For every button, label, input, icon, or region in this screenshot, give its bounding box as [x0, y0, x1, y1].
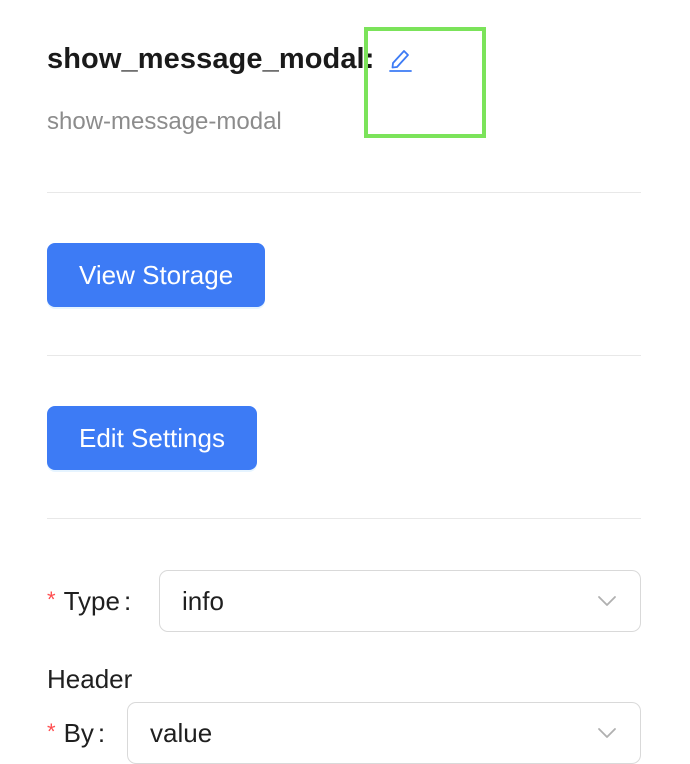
- type-label: * Type :: [47, 586, 133, 617]
- type-form-row: * Type :: [47, 570, 133, 632]
- edit-settings-button[interactable]: Edit Settings: [47, 406, 257, 470]
- chevron-down-icon: [596, 726, 618, 740]
- divider: [47, 192, 641, 193]
- by-select-value: value: [150, 717, 213, 748]
- required-mark: *: [47, 719, 56, 744]
- header-section-label: Header: [47, 664, 133, 694]
- page-subtitle: show-message-modal: [47, 108, 282, 135]
- title-row: show_message_modal:: [47, 38, 414, 80]
- by-label-text: By: [63, 717, 94, 748]
- page-title: show_message_modal:: [47, 42, 375, 75]
- type-label-text: Type: [63, 585, 120, 616]
- by-label: * By :: [47, 718, 107, 749]
- label-colon: :: [123, 585, 132, 616]
- required-mark: *: [47, 587, 56, 612]
- chevron-down-icon: [596, 594, 618, 608]
- label-colon: :: [97, 717, 106, 748]
- by-select[interactable]: value: [127, 702, 641, 764]
- divider: [47, 355, 641, 356]
- view-storage-button[interactable]: View Storage: [47, 243, 266, 307]
- type-select[interactable]: info: [159, 570, 641, 632]
- by-form-row: * By :: [47, 702, 107, 764]
- edit-name-button[interactable]: [386, 43, 414, 75]
- divider: [47, 518, 641, 519]
- pencil-edit-icon: [389, 50, 413, 72]
- type-select-value: info: [182, 585, 224, 616]
